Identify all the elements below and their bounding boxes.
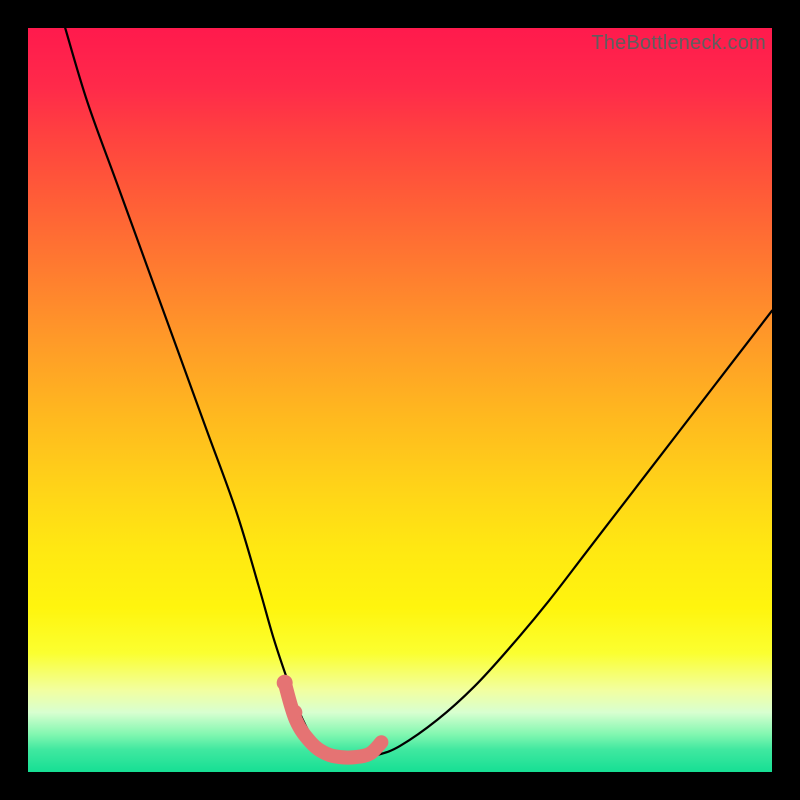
plot-area: TheBottleneck.com bbox=[28, 28, 772, 772]
chart-svg bbox=[28, 28, 772, 772]
optimal-range-highlight bbox=[285, 683, 382, 758]
chart-frame: TheBottleneck.com bbox=[0, 0, 800, 800]
bottleneck-curve bbox=[65, 28, 772, 757]
dot-left-2 bbox=[286, 704, 302, 720]
dot-left-1 bbox=[277, 675, 293, 691]
